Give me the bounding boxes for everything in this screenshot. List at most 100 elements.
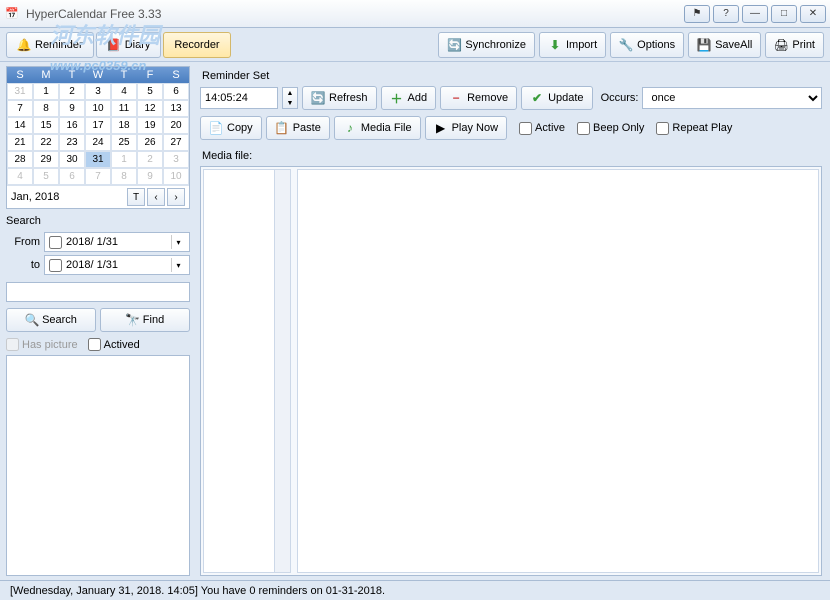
calendar-day[interactable]: 19 <box>137 117 163 134</box>
calendar-day[interactable]: 9 <box>137 168 163 185</box>
calendar-day[interactable]: 8 <box>111 168 137 185</box>
calendar-day[interactable]: 23 <box>59 134 85 151</box>
minimize-button[interactable]: — <box>742 5 768 23</box>
search-results[interactable] <box>6 355 190 576</box>
active-check[interactable]: Active <box>519 122 565 135</box>
active-label: Active <box>535 122 565 134</box>
tab-recorder[interactable]: Recorder <box>163 32 230 58</box>
calendar-day[interactable]: 1 <box>111 151 137 168</box>
search-text-input[interactable] <box>6 282 190 302</box>
media-file-label-text: Media file: <box>200 146 822 166</box>
calendar-today-button[interactable]: T <box>127 188 145 206</box>
calendar-day[interactable]: 20 <box>163 117 189 134</box>
to-date-input[interactable]: 2018/ 1/31 ▾ <box>44 255 190 275</box>
binoculars-icon: 🔭 <box>126 313 140 327</box>
copy-button[interactable]: 📄 Copy <box>200 116 262 140</box>
calendar-prev-button[interactable]: ‹ <box>147 188 165 206</box>
active-checkbox[interactable] <box>519 122 532 135</box>
calendar-day[interactable]: 2 <box>59 83 85 100</box>
calendar-day[interactable]: 5 <box>33 168 59 185</box>
tab-diary[interactable]: 📕 Diary <box>96 32 162 58</box>
beep-only-checkbox[interactable] <box>577 122 590 135</box>
statusbar: [Wednesday, January 31, 2018. 14:05] You… <box>0 580 830 600</box>
calendar-day[interactable]: 9 <box>59 100 85 117</box>
calendar-day[interactable]: 27 <box>163 134 189 151</box>
repeat-play-checkbox[interactable] <box>656 122 669 135</box>
from-date-dropdown-icon[interactable]: ▾ <box>171 235 185 249</box>
update-button[interactable]: ✔ Update <box>521 86 592 110</box>
search-button[interactable]: 🔍 Search <box>6 308 96 332</box>
spinner-down-icon[interactable]: ▼ <box>283 98 297 108</box>
calendar-day[interactable]: 7 <box>7 100 33 117</box>
calendar-day[interactable]: 21 <box>7 134 33 151</box>
calendar-day[interactable]: 15 <box>33 117 59 134</box>
media-file-button[interactable]: ♪ Media File <box>334 116 421 140</box>
calendar-day[interactable]: 5 <box>137 83 163 100</box>
repeat-play-check[interactable]: Repeat Play <box>656 122 732 135</box>
add-button[interactable]: ＋ Add <box>381 86 437 110</box>
to-date-checkbox[interactable] <box>49 259 62 272</box>
import-button[interactable]: ⬇ Import <box>539 32 606 58</box>
calendar-day[interactable]: 12 <box>137 100 163 117</box>
calendar-day[interactable]: 10 <box>163 168 189 185</box>
calendar-day[interactable]: 28 <box>7 151 33 168</box>
calendar-day[interactable]: 6 <box>163 83 189 100</box>
reminder-detail-pane[interactable] <box>297 169 819 573</box>
calendar-day[interactable]: 31 <box>7 83 33 100</box>
calendar-day[interactable]: 24 <box>85 134 111 151</box>
calendar-day[interactable]: 25 <box>111 134 137 151</box>
calendar-day[interactable]: 16 <box>59 117 85 134</box>
calendar-day[interactable]: 10 <box>85 100 111 117</box>
calendar-day[interactable]: 26 <box>137 134 163 151</box>
refresh-button[interactable]: 🔄 Refresh <box>302 86 377 110</box>
scrollbar[interactable] <box>274 170 290 572</box>
remove-button[interactable]: − Remove <box>440 86 517 110</box>
tab-reminder[interactable]: 🔔 Reminder <box>6 32 94 58</box>
synchronize-button[interactable]: 🔄 Synchronize <box>438 32 535 58</box>
calendar-day[interactable]: 3 <box>85 83 111 100</box>
calendar-day[interactable]: 1 <box>33 83 59 100</box>
options-button[interactable]: 🔧 Options <box>610 32 684 58</box>
calendar-day[interactable]: 11 <box>111 100 137 117</box>
spinner-up-icon[interactable]: ▲ <box>283 88 297 98</box>
calendar-day[interactable]: 30 <box>59 151 85 168</box>
calendar-day[interactable]: 29 <box>33 151 59 168</box>
calendar-day[interactable]: 4 <box>111 83 137 100</box>
play-now-label: Play Now <box>452 122 498 134</box>
calendar-day[interactable]: 31 <box>85 151 111 168</box>
from-date-checkbox[interactable] <box>49 236 62 249</box>
titlebar-help-button[interactable]: ? <box>713 5 739 23</box>
calendar-day[interactable]: 18 <box>111 117 137 134</box>
calendar-day[interactable]: 7 <box>85 168 111 185</box>
saveall-button[interactable]: 💾 SaveAll <box>688 32 761 58</box>
time-spinner[interactable]: ▲ ▼ <box>282 87 298 109</box>
close-button[interactable]: ✕ <box>800 5 826 23</box>
calendar-day[interactable]: 17 <box>85 117 111 134</box>
print-button[interactable]: 🖨 Print <box>765 32 824 58</box>
has-picture-check: Has picture <box>6 338 78 351</box>
calendar-day[interactable]: 13 <box>163 100 189 117</box>
calendar-day[interactable]: 14 <box>7 117 33 134</box>
from-date-input[interactable]: 2018/ 1/31 ▾ <box>44 232 190 252</box>
search-title: Search <box>6 213 190 229</box>
calendar-day[interactable]: 4 <box>7 168 33 185</box>
sync-icon: 🔄 <box>447 38 461 52</box>
calendar-day[interactable]: 2 <box>137 151 163 168</box>
paste-button[interactable]: 📋 Paste <box>266 116 330 140</box>
calendar-day[interactable]: 6 <box>59 168 85 185</box>
calendar-day[interactable]: 3 <box>163 151 189 168</box>
find-button[interactable]: 🔭 Find <box>100 308 190 332</box>
to-date-dropdown-icon[interactable]: ▾ <box>171 258 185 272</box>
calendar-next-button[interactable]: › <box>167 188 185 206</box>
time-input[interactable] <box>200 87 278 109</box>
titlebar-flag-button[interactable]: ⚑ <box>684 5 710 23</box>
maximize-button[interactable]: □ <box>771 5 797 23</box>
actived-checkbox[interactable] <box>88 338 101 351</box>
beep-only-check[interactable]: Beep Only <box>577 122 644 135</box>
reminder-list-pane[interactable] <box>203 169 291 573</box>
calendar-day[interactable]: 22 <box>33 134 59 151</box>
play-now-button[interactable]: ▶ Play Now <box>425 116 507 140</box>
actived-check[interactable]: Actived <box>88 338 140 351</box>
occurs-select[interactable]: once <box>642 87 822 109</box>
calendar-day[interactable]: 8 <box>33 100 59 117</box>
